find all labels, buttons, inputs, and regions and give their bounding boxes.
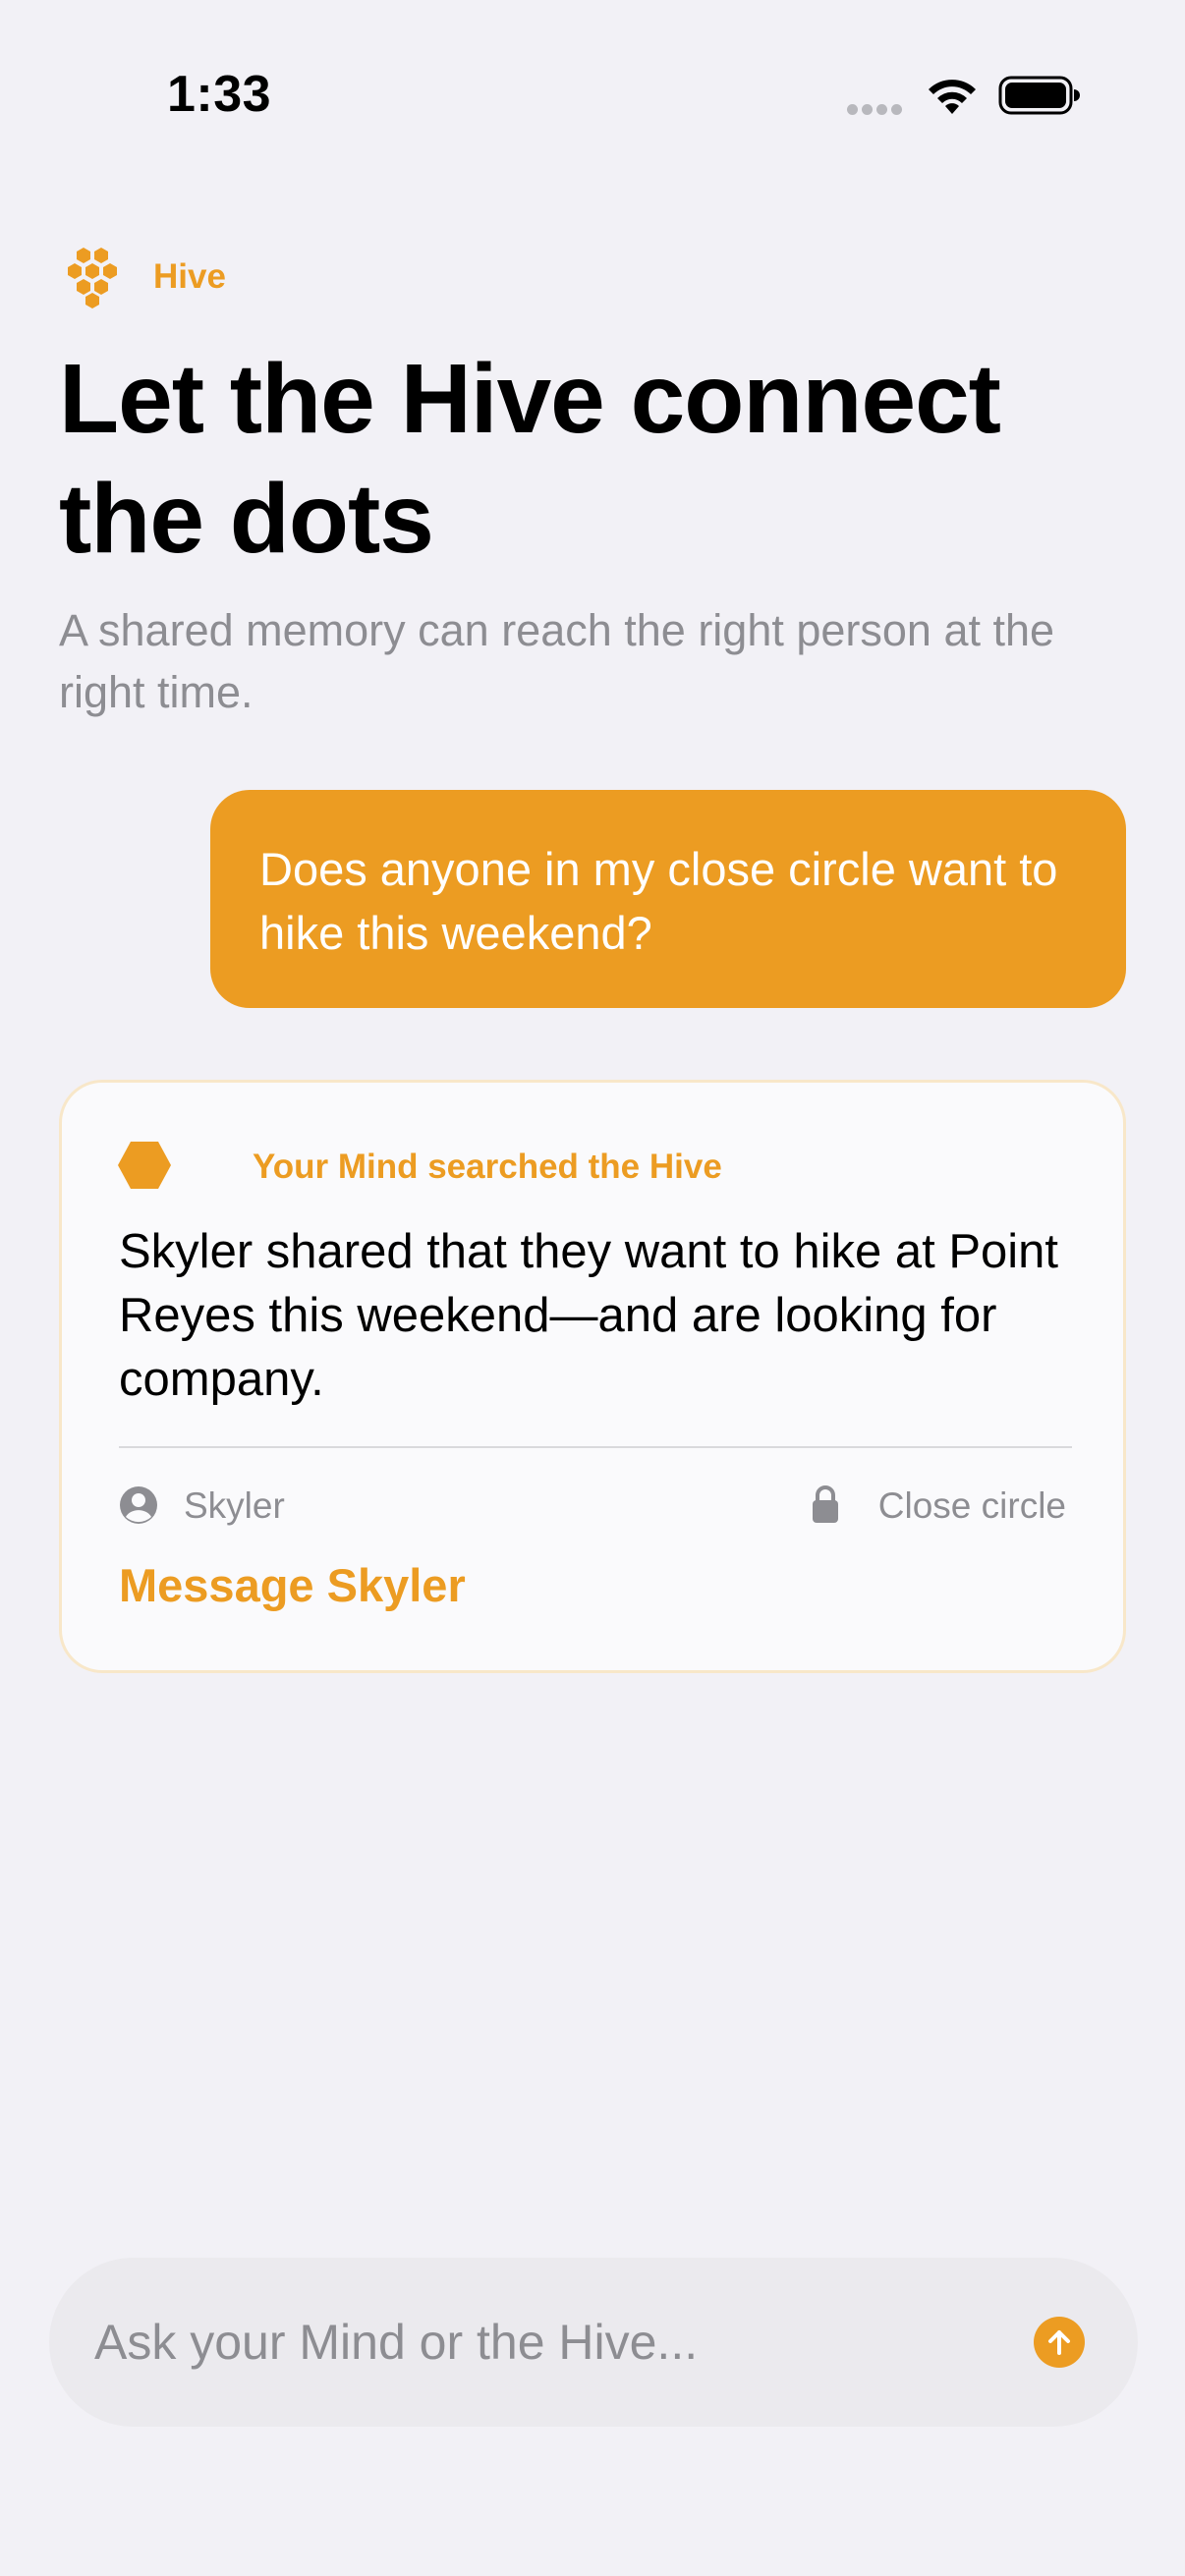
- status-time: 1:33: [167, 66, 272, 123]
- page-title: Let the Hive connect the dots: [59, 344, 1001, 574]
- card-body-text: Skyler shared that they want to hike at …: [119, 1225, 1059, 1406]
- page-subtitle: A shared memory can reach the right pers…: [59, 605, 1055, 717]
- user-message-bubble: Does anyone in my close circle want to h…: [210, 790, 1126, 1008]
- hive-result-card: Your Mind searched the Hive Skyler share…: [59, 1080, 1126, 1673]
- privacy-label: Close circle: [877, 1485, 1066, 1526]
- composer-input[interactable]: [94, 2307, 979, 2378]
- privacy-meta: Close circle: [811, 1484, 1066, 1527]
- send-button[interactable]: [1034, 2317, 1085, 2368]
- status-bar: 1:33: [0, 0, 1185, 147]
- card-divider: [119, 1446, 1072, 1448]
- brand-name: Hive: [153, 257, 226, 296]
- signal-dots-icon: [847, 102, 906, 120]
- battery-full-icon: [998, 76, 1080, 115]
- composer: [49, 2258, 1138, 2427]
- person-circle-icon: [120, 1486, 157, 1524]
- card-header-label: Your Mind searched the Hive: [253, 1148, 722, 1186]
- person-name: Skyler: [184, 1485, 285, 1526]
- honeycomb-icon: [68, 248, 117, 308]
- arrow-up-circle-icon: [1048, 2330, 1070, 2355]
- message-skyler-button[interactable]: Message Skyler: [119, 1558, 466, 1612]
- hexagon-icon: [118, 1142, 171, 1189]
- wifi-icon: [929, 80, 976, 114]
- lock-icon: [813, 1485, 838, 1523]
